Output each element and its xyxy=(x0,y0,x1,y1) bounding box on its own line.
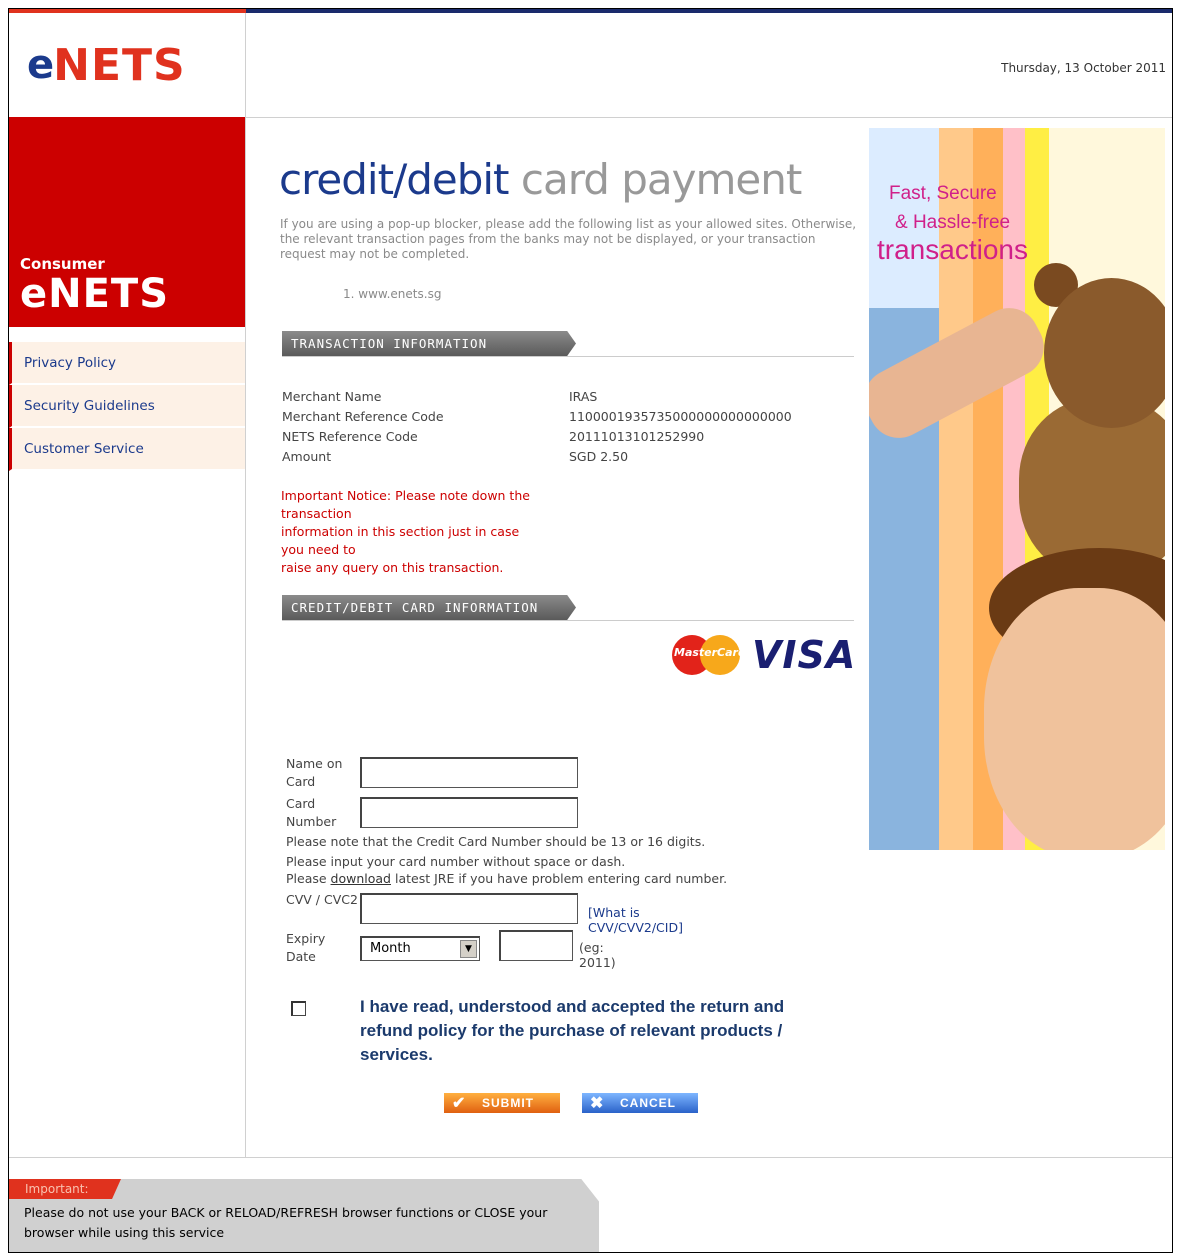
info-value: IRAS xyxy=(569,389,598,404)
year-hint: (eg: 2011) xyxy=(579,940,616,970)
info-row-nets-ref: NETS Reference Code 20111013101252990 xyxy=(282,429,862,449)
card-number-length-note: Please note that the Credit Card Number … xyxy=(286,834,706,849)
what-is-cvv-link[interactable]: [What is CVV/CVV2/CID] xyxy=(588,905,683,935)
submit-label: SUBMIT xyxy=(482,1096,534,1110)
page-title: credit/debit card payment xyxy=(279,155,802,204)
card-number-input[interactable] xyxy=(360,797,578,828)
info-value: SGD 2.50 xyxy=(569,449,629,464)
chevron-down-icon[interactable]: ▼ xyxy=(460,940,477,958)
info-value: 20111013101252990 xyxy=(569,429,705,444)
expiry-year-input[interactable] xyxy=(499,930,573,961)
banner-text-line3: transactions xyxy=(877,234,1028,265)
important-footer-text: Please do not use your BACK or RELOAD/RE… xyxy=(24,1205,548,1240)
info-row-amount: Amount SGD 2.50 xyxy=(282,449,862,469)
sidebar-item-security-guidelines[interactable]: Security Guidelines xyxy=(9,385,245,428)
enets-logo: e NETS xyxy=(9,13,246,117)
cvv-input[interactable] xyxy=(360,893,578,924)
sidebar-item-customer-service[interactable]: Customer Service xyxy=(9,428,245,471)
notice-line: information in this section just in case xyxy=(281,524,520,539)
logo-nets: NETS xyxy=(53,39,186,91)
title-card-payment: card payment xyxy=(508,155,802,204)
logo-e: e xyxy=(27,42,54,88)
top-bar-blue xyxy=(246,9,1172,13)
footer-divider xyxy=(9,1157,1172,1158)
cvv-label: CVV / CVC2 xyxy=(286,892,358,907)
promo-banner-image: Fast, Secure & Hassle-free transactions xyxy=(869,128,1165,850)
expiry-date-label: Expiry Date xyxy=(286,931,326,964)
info-label: Merchant Reference Code xyxy=(282,409,444,424)
info-label: Merchant Name xyxy=(282,389,382,404)
allowed-site-item: 1. www.enets.sg xyxy=(343,287,442,301)
visa-logo: VISA xyxy=(752,633,857,677)
banner-text-line2: & Hassle-free xyxy=(895,212,1011,233)
card-information-header: CREDIT/DEBIT CARD INFORMATION xyxy=(282,595,854,621)
expiry-month-select[interactable]: Month ▼ xyxy=(360,936,480,961)
transaction-info-table: Merchant Name IRAS Merchant Reference Co… xyxy=(282,389,862,469)
important-notice: Important Notice: Please note down the t… xyxy=(281,487,581,577)
cross-icon: ✖ xyxy=(590,1095,605,1112)
transaction-information-header: TRANSACTION INFORMATION xyxy=(282,331,854,357)
popup-blocker-notice: If you are using a pop-up blocker, pleas… xyxy=(280,217,857,261)
banner-text-line1: Fast, Secure xyxy=(889,183,997,204)
current-date: Thursday, 13 October 2011 xyxy=(1001,61,1166,75)
download-link[interactable]: download xyxy=(331,871,391,886)
card-logos: MasterCard VISA xyxy=(670,633,856,677)
title-credit-debit: credit/debit xyxy=(279,155,510,204)
notice-line: transaction xyxy=(281,506,352,521)
info-label: NETS Reference Code xyxy=(282,429,418,444)
cancel-label: CANCEL xyxy=(620,1096,676,1110)
info-value: 1100001935735000000000000000 xyxy=(569,409,792,424)
transaction-information-tab: TRANSACTION INFORMATION xyxy=(282,331,576,356)
notice-line: Important Notice: Please note down the xyxy=(281,488,530,503)
accept-policy-checkbox[interactable] xyxy=(291,1001,306,1016)
notice-line: you need to xyxy=(281,542,356,557)
submit-button[interactable]: ✔ SUBMIT xyxy=(444,1093,560,1113)
mastercard-text: MasterCard xyxy=(674,646,746,659)
cancel-button[interactable]: ✖ CANCEL xyxy=(582,1093,698,1113)
jre-download-note: Please download latest JRE if you have p… xyxy=(286,871,728,886)
accept-policy-text: I have read, understood and accepted the… xyxy=(360,997,785,1064)
mastercard-logo: MasterCard xyxy=(670,633,746,677)
info-row-merchant-name: Merchant Name IRAS xyxy=(282,389,862,409)
info-label: Amount xyxy=(282,449,332,464)
page-frame: e NETS Thursday, 13 October 2011 Consumer… xyxy=(8,8,1173,1253)
consumer-enets-label: eNETS xyxy=(20,271,170,317)
important-tab: Important: xyxy=(9,1179,121,1199)
sidebar: Consumer eNETS Privacy Policy Security G… xyxy=(9,117,246,1157)
name-on-card-input[interactable] xyxy=(360,757,578,788)
card-number-label: Card Number xyxy=(286,796,337,829)
sidebar-item-privacy-policy[interactable]: Privacy Policy xyxy=(9,342,245,385)
consumer-enets-panel: Consumer eNETS xyxy=(9,117,245,327)
month-selected-value: Month xyxy=(370,941,411,956)
name-on-card-label: Name on Card xyxy=(286,756,343,789)
notice-line: raise any query on this transaction. xyxy=(281,560,504,575)
checkmark-icon: ✔ xyxy=(452,1095,467,1112)
card-number-format-note: Please input your card number without sp… xyxy=(286,854,626,869)
header-divider xyxy=(246,117,1172,118)
card-information-tab: CREDIT/DEBIT CARD INFORMATION xyxy=(282,595,576,620)
info-row-merchant-ref: Merchant Reference Code 1100001935735000… xyxy=(282,409,862,429)
